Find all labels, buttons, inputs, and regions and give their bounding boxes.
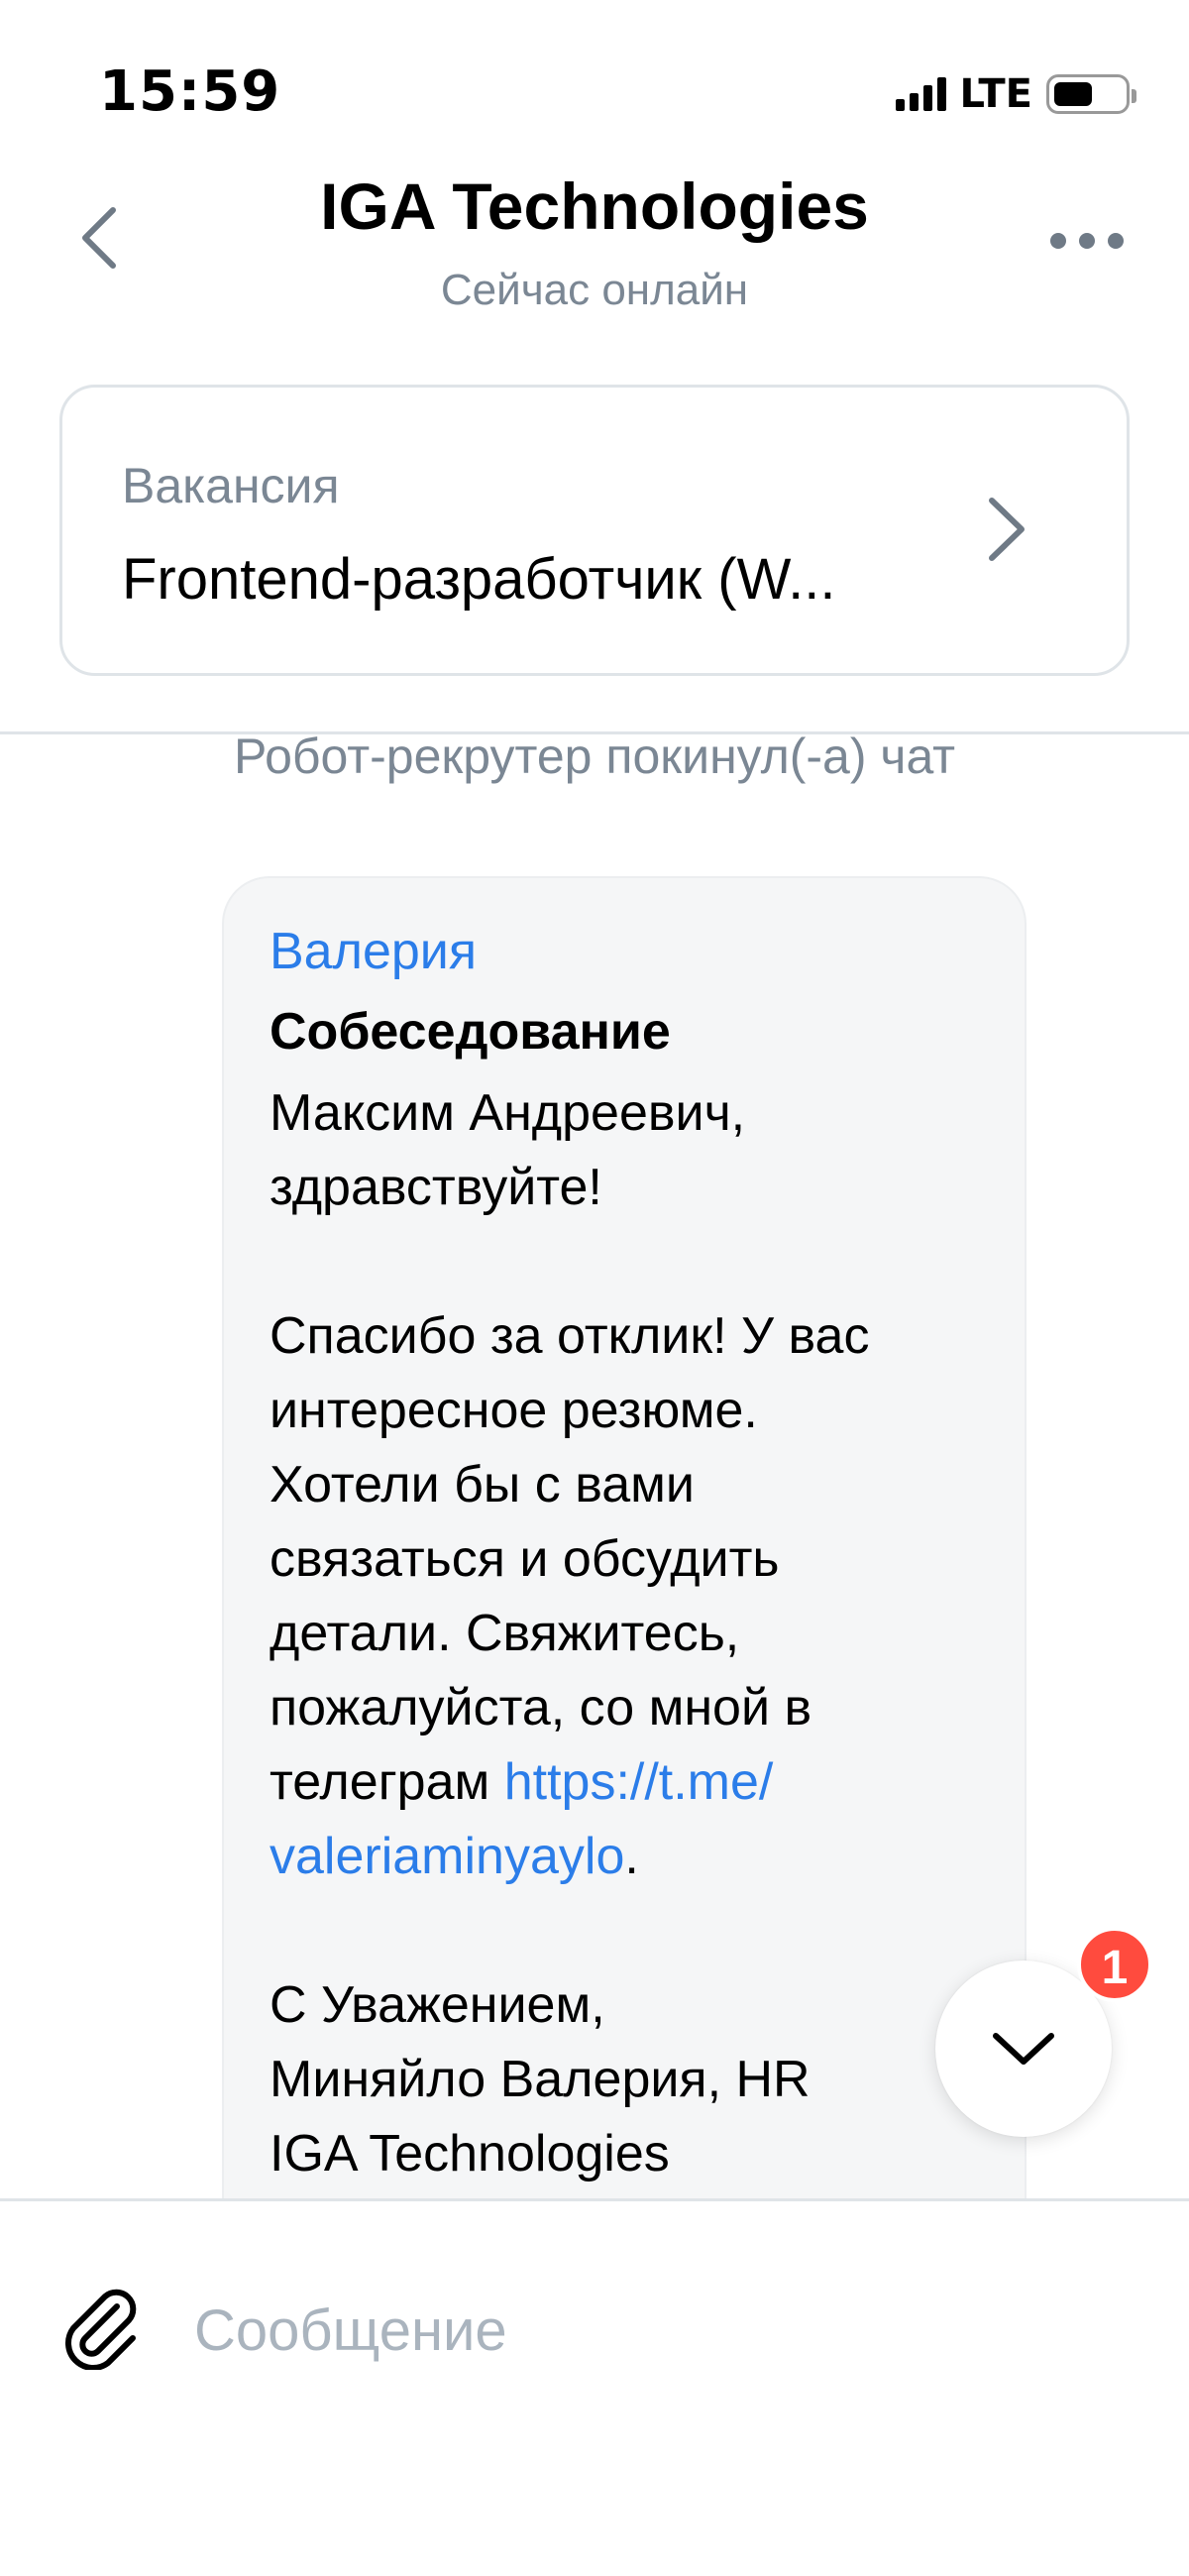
message-line: С Уважением, bbox=[270, 1976, 605, 2034]
network-type: LTE bbox=[959, 71, 1032, 117]
more-button[interactable] bbox=[1050, 226, 1124, 256]
system-message: Робот-рекрутер покинул(-а) чат bbox=[233, 728, 956, 784]
signal-icon bbox=[895, 77, 946, 111]
telegram-link[interactable]: https://t.me/ bbox=[504, 1753, 774, 1811]
online-status: Сейчас онлайн bbox=[440, 266, 749, 314]
status-time: 15:59 bbox=[99, 59, 281, 124]
status-bar: 15:59 LTE bbox=[0, 0, 1189, 139]
message-bubble[interactable]: Валерия Собеседование Максим Андреевич, … bbox=[222, 876, 1027, 2224]
message-subject: Собеседование bbox=[270, 1003, 671, 1061]
vacancy-label: Вакансия bbox=[122, 458, 340, 513]
chat-screen: 15:59 LTE IGA Technologies Сейчас онлайн bbox=[0, 0, 1189, 2576]
telegram-link-continued[interactable]: valeriaminyaylo bbox=[270, 1828, 624, 1885]
message-line: интересное резюме. bbox=[270, 1382, 758, 1439]
message-sender[interactable]: Валерия bbox=[270, 916, 983, 987]
message-text: телеграм bbox=[270, 1753, 504, 1811]
message-input[interactable] bbox=[194, 2281, 1086, 2380]
message-line: IGA Technologies bbox=[270, 2125, 670, 2183]
message-line-with-link: valeriaminyaylo. bbox=[270, 1820, 983, 1894]
message-line: Хотели бы с вами bbox=[270, 1456, 695, 1513]
paperclip-icon[interactable] bbox=[61, 2287, 145, 2370]
vacancy-card[interactable]: Вакансия Frontend-разработчик (W... bbox=[59, 385, 1130, 676]
unread-badge: 1 bbox=[1077, 1927, 1152, 2002]
status-indicators: LTE bbox=[895, 71, 1136, 117]
more-horizontal-icon bbox=[1050, 233, 1066, 249]
message-line: Максим Андреевич, bbox=[270, 1084, 746, 1142]
chevron-down-icon bbox=[993, 2033, 1054, 2065]
message-composer bbox=[0, 2198, 1189, 2576]
battery-icon bbox=[1046, 74, 1136, 114]
message-line: связаться и обсудить bbox=[270, 1530, 780, 1588]
message-line: здравствуйте! bbox=[270, 1159, 602, 1216]
message-line-with-link: телеграм https://t.me/ bbox=[270, 1745, 983, 1820]
message-line: детали. Свяжитесь, bbox=[270, 1605, 740, 1662]
vacancy-title: Frontend-разработчик (W... bbox=[122, 547, 836, 612]
message-content: Валерия Собеседование Максим Андреевич, … bbox=[270, 916, 983, 2191]
message-line: Миняйло Валерия, HR bbox=[270, 2051, 811, 2108]
chat-title[interactable]: IGA Technologies bbox=[0, 168, 1189, 244]
chat-header: IGA Technologies Сейчас онлайн bbox=[0, 159, 1189, 327]
message-line: пожалуйста, со мной в bbox=[270, 1679, 812, 1736]
chevron-right-icon bbox=[989, 498, 1025, 561]
message-text: . bbox=[624, 1828, 639, 1885]
message-line: Спасибо за отклик! У вас bbox=[270, 1307, 870, 1365]
